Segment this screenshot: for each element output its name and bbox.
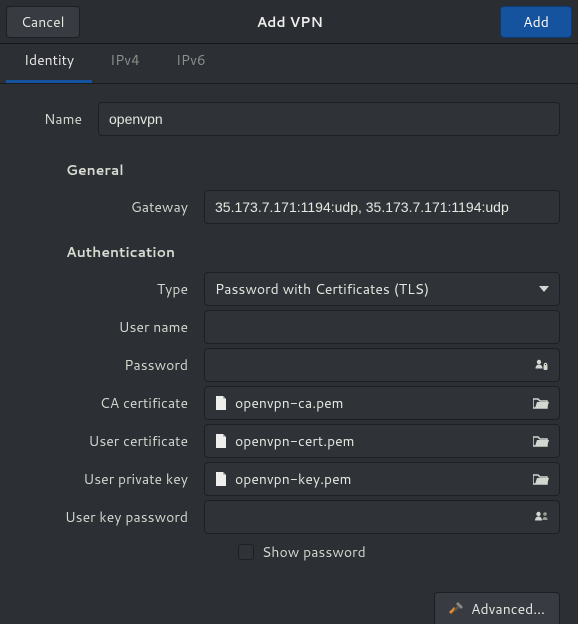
advanced-button[interactable]: Advanced…	[434, 592, 560, 624]
password-storage-icon[interactable]	[527, 510, 555, 524]
name-input[interactable]	[98, 102, 560, 136]
section-authentication: Authentication	[18, 228, 560, 272]
username-label: User name	[18, 317, 204, 337]
ca-cert-filechooser[interactable]: openvpn-ca.pem	[204, 386, 560, 420]
tab-bar: Identity IPv4 IPv6	[0, 44, 578, 84]
user-cert-filename: openvpn-cert.pem	[235, 431, 355, 451]
tools-icon	[449, 602, 463, 616]
key-password-label: User key password	[18, 507, 204, 527]
identity-panel: Name General Gateway Authentication Type…	[0, 84, 578, 624]
advanced-button-label: Advanced…	[471, 599, 545, 619]
password-label: Password	[18, 355, 204, 375]
key-password-input-wrapper	[204, 500, 560, 534]
private-key-label: User private key	[18, 469, 204, 489]
username-input[interactable]	[204, 310, 560, 344]
auth-type-select[interactable]: Password with Certificates (TLS)	[204, 272, 560, 306]
document-icon	[215, 472, 227, 486]
ca-cert-filename: openvpn-ca.pem	[235, 393, 344, 413]
add-button[interactable]: Add	[500, 6, 572, 38]
tab-ipv6[interactable]: IPv6	[158, 40, 224, 83]
gateway-label: Gateway	[18, 197, 204, 217]
document-icon	[215, 396, 227, 410]
name-label: Name	[18, 109, 98, 129]
show-password-label: Show password	[262, 542, 366, 562]
key-password-input[interactable]	[215, 509, 527, 525]
open-folder-icon	[533, 473, 549, 485]
user-cert-label: User certificate	[18, 431, 204, 451]
password-input-wrapper	[204, 348, 560, 382]
document-icon	[215, 434, 227, 448]
open-folder-icon	[533, 435, 549, 447]
dialog-title: Add VPN	[257, 12, 323, 32]
show-password-checkbox[interactable]	[238, 544, 254, 560]
tab-identity[interactable]: Identity	[6, 40, 92, 83]
open-folder-icon	[533, 397, 549, 409]
auth-type-label: Type	[18, 279, 204, 299]
password-storage-icon[interactable]	[527, 358, 555, 372]
private-key-filename: openvpn-key.pem	[235, 469, 351, 489]
cancel-button[interactable]: Cancel	[6, 6, 80, 38]
private-key-filechooser[interactable]: openvpn-key.pem	[204, 462, 560, 496]
section-general: General	[18, 140, 560, 190]
titlebar: Cancel Add VPN Add	[0, 0, 578, 44]
user-cert-filechooser[interactable]: openvpn-cert.pem	[204, 424, 560, 458]
chevron-down-icon	[539, 286, 549, 292]
gateway-input[interactable]	[204, 190, 560, 224]
auth-type-value: Password with Certificates (TLS)	[215, 279, 429, 299]
password-input[interactable]	[215, 357, 527, 373]
tab-ipv4[interactable]: IPv4	[92, 40, 158, 83]
ca-cert-label: CA certificate	[18, 393, 204, 413]
